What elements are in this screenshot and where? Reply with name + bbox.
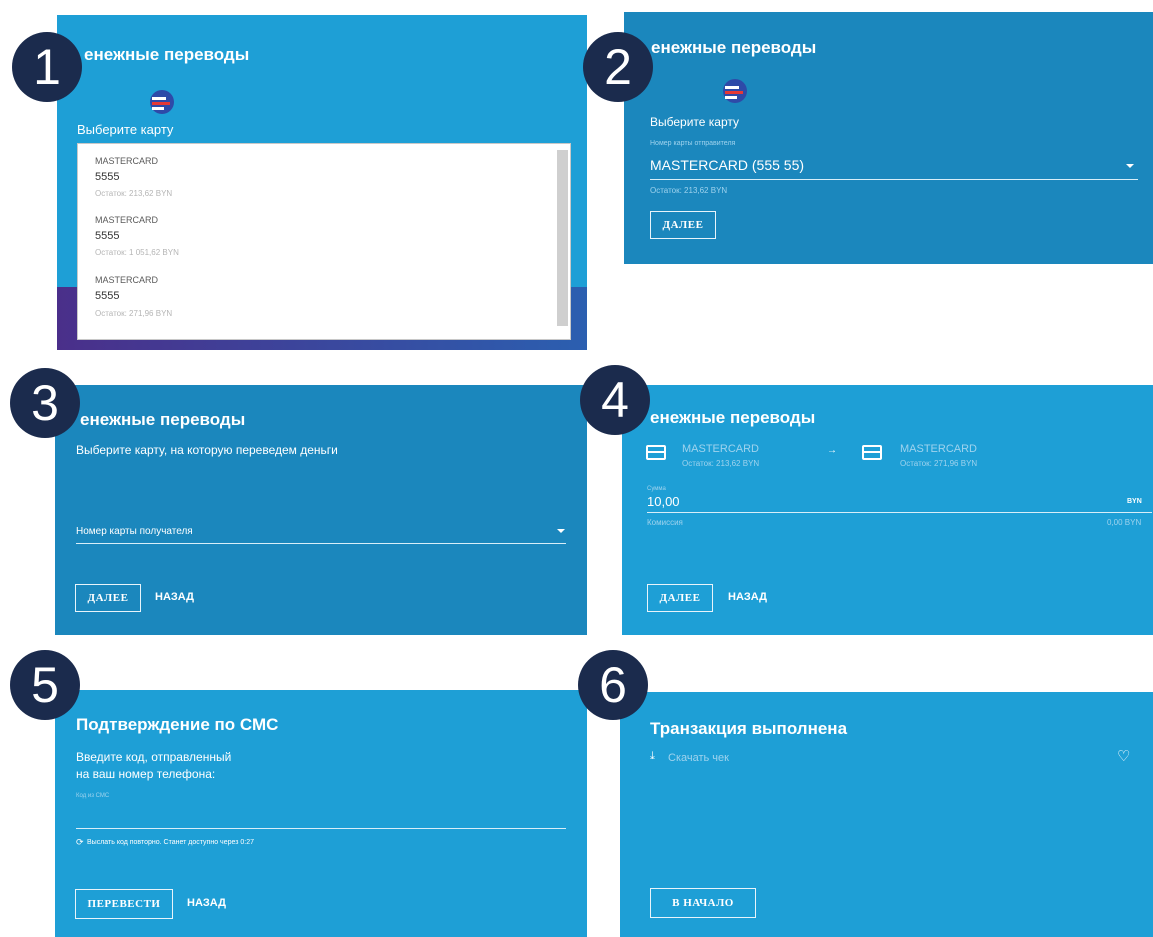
step-badge-1: 1 — [12, 32, 82, 102]
screen-5-title: Подтверждение по СМС — [76, 715, 279, 734]
sms-instruction-line2: на ваш номер телефона: — [76, 767, 216, 781]
step-badge-3: 3 — [10, 368, 80, 438]
step-badge-4: 4 — [580, 365, 650, 435]
select-underline — [650, 179, 1138, 180]
amount-underline — [647, 512, 1152, 513]
screen-6-title: Транзакция выполнена — [650, 719, 848, 738]
option-1-balance: Остаток: 213,62 BYN — [95, 189, 173, 198]
commission-label: Комиссия — [647, 518, 683, 527]
amount-input[interactable]: 10,00 — [647, 494, 680, 509]
screen-1-title: енежные переводы — [84, 45, 250, 64]
back-button[interactable]: НАЗАД — [187, 897, 226, 909]
back-button[interactable]: НАЗАД — [728, 591, 767, 603]
next-button[interactable]: ДАЛЕЕ — [647, 584, 713, 612]
bank-logo-icon — [723, 79, 747, 103]
commission-value: 0,00 BYN — [1107, 518, 1142, 527]
screen-3-panel: енежные переводы Выберите карту, на кото… — [55, 385, 587, 635]
option-1-brand[interactable]: MASTERCARD — [95, 156, 158, 166]
instruction-text: Выберите карту, на которую переведем ден… — [76, 443, 338, 457]
heart-icon[interactable]: ♡ — [1117, 747, 1130, 765]
choose-card-label: Выберите карту — [650, 115, 740, 129]
amount-label: Сумма — [647, 486, 666, 492]
option-3-number[interactable]: 5555 — [95, 290, 119, 302]
card-icon — [862, 445, 882, 460]
refresh-icon: ⟳ — [76, 837, 84, 847]
dropdown-scrollbar[interactable] — [557, 150, 568, 326]
option-3-balance: Остаток: 271,96 BYN — [95, 309, 173, 318]
sender-card-label: Номер карты отправителя — [650, 140, 736, 147]
next-button[interactable]: ДАЛЕЕ — [650, 211, 716, 239]
option-2-brand[interactable]: MASTERCARD — [95, 215, 158, 225]
chevron-down-icon[interactable] — [1126, 164, 1134, 168]
next-button[interactable]: ДАЛЕЕ — [75, 584, 141, 612]
screen-4-title: енежные переводы — [650, 408, 816, 427]
choose-card-label: Выберите карту — [77, 122, 174, 137]
back-button[interactable]: НАЗАД — [155, 591, 194, 603]
field-underline — [76, 543, 566, 544]
transfer-button[interactable]: ПЕРЕВЕСТИ — [75, 889, 173, 919]
bank-logo-icon — [150, 90, 174, 114]
screen-2-title: енежные переводы — [651, 38, 817, 57]
card-dropdown-list[interactable]: MASTERCARD 5555 Остаток: 213,62 BYN MAST… — [77, 143, 571, 340]
step-badge-5: 5 — [10, 650, 80, 720]
screen-1-panel: енежные переводы Выберите карту MASTERCA… — [57, 15, 587, 350]
sms-code-input[interactable] — [76, 828, 566, 829]
option-2-balance: Остаток: 1 051,62 BYN — [95, 248, 179, 257]
transfer-arrow-icon: → — [827, 445, 837, 456]
option-3-brand[interactable]: MASTERCARD — [95, 275, 158, 285]
from-card-brand: MASTERCARD — [682, 443, 760, 455]
selected-card-value[interactable]: MASTERCARD (555 55) — [650, 157, 804, 173]
screen-2-panel: енежные переводы Выберите карту Номер ка… — [624, 12, 1153, 264]
from-card-balance: Остаток: 213,62 BYN — [682, 459, 760, 468]
sms-code-label: Код из СМС — [76, 793, 110, 799]
start-button[interactable]: В НАЧАЛО — [650, 888, 756, 918]
option-1-number[interactable]: 5555 — [95, 171, 119, 183]
option-2-number[interactable]: 5555 — [95, 230, 119, 242]
sms-instruction-line1: Введите код, отправленный — [76, 750, 232, 764]
screen-6-panel: Транзакция выполнена ⤓ Скачать чек ♡ В Н… — [620, 692, 1153, 937]
currency-label: BYN — [1127, 498, 1142, 505]
chevron-down-icon[interactable] — [557, 529, 565, 533]
card-balance: Остаток: 213,62 BYN — [650, 186, 728, 195]
step-badge-2: 2 — [583, 32, 653, 102]
card-icon — [646, 445, 666, 460]
step-badge-6: 6 — [578, 650, 648, 720]
download-receipt-link[interactable]: Скачать чек — [668, 752, 729, 764]
resend-code-text[interactable]: Выслать код повторно. Станет доступно че… — [87, 839, 254, 846]
to-card-brand: MASTERCARD — [900, 443, 978, 455]
screen-3-title: енежные переводы — [80, 410, 246, 429]
to-card-balance: Остаток: 271,96 BYN — [900, 459, 978, 468]
screen-4-panel: енежные переводы MASTERCARD Остаток: 213… — [622, 385, 1153, 635]
download-icon[interactable]: ⤓ — [650, 750, 655, 763]
screen-5-panel: Подтверждение по СМС Введите код, отправ… — [55, 690, 587, 937]
recipient-card-field[interactable]: Номер карты получателя — [76, 526, 193, 537]
